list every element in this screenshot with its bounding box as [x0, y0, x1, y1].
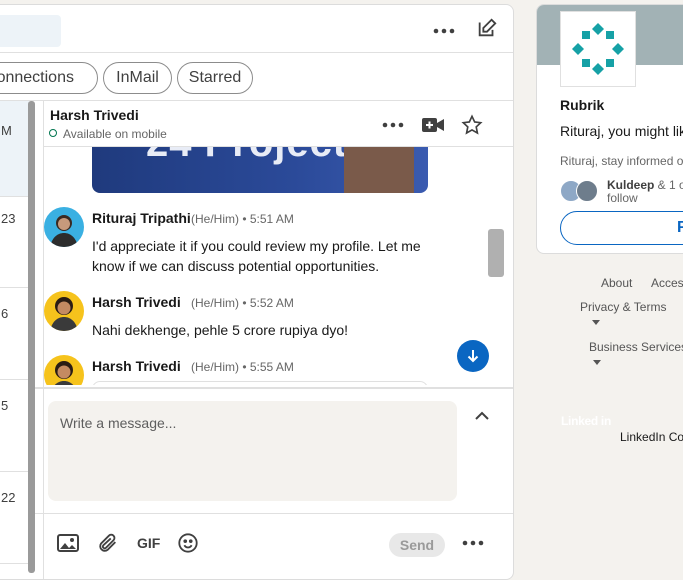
- message-text: Nahi dekhenge, pehle 5 crore rupiya dyo!: [92, 322, 349, 338]
- message-placeholder: Write a message...: [60, 415, 177, 431]
- filter-connections[interactable]: Connections: [0, 62, 98, 94]
- star-icon[interactable]: [460, 113, 484, 137]
- conversation-item[interactable]: 23: [0, 197, 29, 288]
- header-divider: [0, 52, 513, 53]
- footer-link-about[interactable]: About: [601, 276, 632, 290]
- message-meta: (He/Him) • 5:51 AM: [191, 212, 294, 226]
- message-text: I'd appreciate it if you could review my…: [92, 238, 421, 274]
- person-image: [344, 147, 414, 193]
- emoji-icon[interactable]: [176, 531, 200, 555]
- video-call-icon[interactable]: [421, 113, 445, 137]
- avatar[interactable]: [44, 207, 84, 247]
- chevron-down-icon[interactable]: [593, 360, 601, 365]
- attachment-preview[interactable]: [92, 381, 428, 385]
- partner-status: Available on mobile: [63, 127, 167, 141]
- conversation-item[interactable]: 5: [0, 380, 29, 472]
- search-input[interactable]: [0, 15, 61, 47]
- footer-link-accessibility[interactable]: Access: [651, 276, 683, 290]
- send-options-icon[interactable]: [461, 531, 485, 555]
- send-button[interactable]: Send: [389, 533, 445, 557]
- mobile-status-icon: [49, 129, 57, 137]
- messaging-panel: Connections InMail Starred M 23 6 5 22 H…: [0, 4, 514, 580]
- gif-button[interactable]: GIF: [137, 535, 160, 551]
- scroll-to-latest-button[interactable]: [457, 340, 489, 372]
- chevron-down-icon[interactable]: [592, 320, 600, 325]
- conversation-list-scrollbar[interactable]: [28, 101, 35, 573]
- chevron-up-icon[interactable]: [472, 407, 492, 427]
- thread-header: Harsh Trivedi Available on mobile: [44, 101, 513, 147]
- footer-copyright: LinkedIn Co: [620, 430, 683, 444]
- compose-icon[interactable]: [475, 16, 499, 40]
- footer-link-privacy[interactable]: Privacy & Terms: [580, 300, 666, 314]
- filter-starred[interactable]: Starred: [177, 62, 253, 94]
- partner-name[interactable]: Harsh Trivedi: [50, 107, 139, 123]
- compose-footer-divider: [35, 513, 513, 514]
- image-icon[interactable]: [56, 531, 80, 555]
- conversation-thread: Harsh Trivedi Available on mobile 24 Pro…: [35, 101, 513, 579]
- message-input[interactable]: Write a message...: [48, 401, 457, 501]
- message-sender[interactable]: Rituraj Tripathi: [92, 210, 191, 226]
- company-logo[interactable]: [560, 11, 636, 87]
- ad-mutual-followers: Kuldeep & 1 o follow: [607, 178, 683, 205]
- conversation-item[interactable]: M: [0, 101, 29, 197]
- follow-button[interactable]: F: [560, 211, 683, 245]
- linkedin-logo: Linked in: [561, 414, 611, 428]
- more-options-icon[interactable]: [432, 19, 456, 43]
- thread-scrollbar[interactable]: [488, 229, 504, 277]
- thread-more-icon[interactable]: [381, 113, 405, 137]
- filter-inmail[interactable]: InMail: [103, 62, 172, 94]
- footer-link-business[interactable]: Business Services: [589, 340, 683, 354]
- sponsored-ad-card: Rubrik Rituraj, you might lik Rituraj, s…: [536, 4, 683, 254]
- message-meta: (He/Him) • 5:52 AM: [191, 296, 294, 310]
- attachment-icon[interactable]: [96, 531, 120, 555]
- message-list: 24 Projects Rituraj Tripathi (He/Him) • …: [44, 147, 513, 385]
- conversation-item[interactable]: 6: [0, 288, 29, 380]
- avatar[interactable]: [44, 355, 84, 385]
- ad-company-name[interactable]: Rubrik: [560, 97, 604, 113]
- compose-divider: [35, 387, 513, 389]
- avatar: [576, 180, 598, 202]
- ad-headline: Rituraj, you might lik: [560, 123, 683, 139]
- ad-subtext: Rituraj, stay informed o: [560, 154, 683, 168]
- project-image[interactable]: 24 Projects: [92, 147, 428, 193]
- conversation-item[interactable]: 22: [0, 472, 29, 564]
- avatar[interactable]: [44, 291, 84, 331]
- message-sender[interactable]: Harsh Trivedi: [92, 358, 181, 374]
- message-meta: (He/Him) • 5:55 AM: [191, 360, 294, 374]
- message-sender[interactable]: Harsh Trivedi: [92, 294, 181, 310]
